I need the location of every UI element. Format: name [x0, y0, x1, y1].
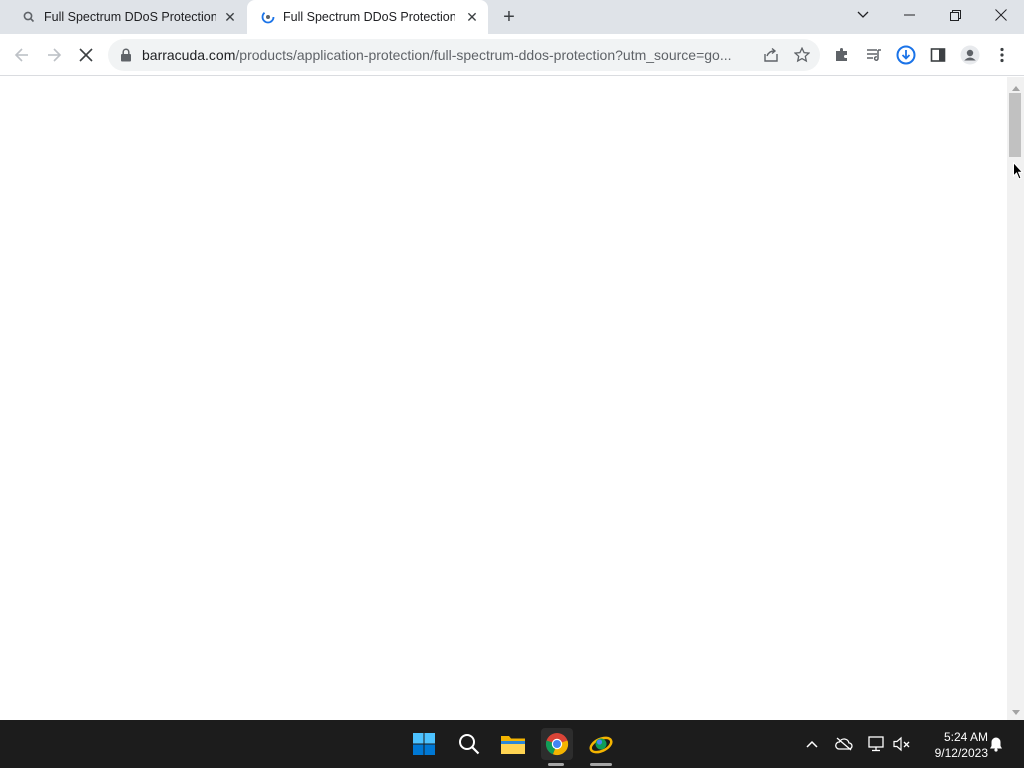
- chevron-up-icon[interactable]: [802, 734, 822, 754]
- windows-taskbar: [0, 720, 1024, 768]
- windows-start-icon[interactable]: [408, 728, 440, 760]
- folder-icon[interactable]: [497, 728, 529, 760]
- tab-2[interactable]: Full Spectrum DDoS Protection | ✕: [247, 0, 488, 34]
- media-queue-icon[interactable]: [861, 42, 887, 68]
- forward-arrow-icon[interactable]: [41, 42, 67, 68]
- close-icon[interactable]: ✕: [222, 9, 238, 25]
- minimize-icon[interactable]: [886, 0, 932, 30]
- clock-date: 9/12/2023: [934, 746, 988, 760]
- plus-icon[interactable]: +: [498, 6, 520, 28]
- network-icon[interactable]: [866, 734, 886, 754]
- scroll-down-arrow-icon[interactable]: [1007, 704, 1024, 720]
- running-app-indicator: [590, 763, 612, 766]
- cloud-off-icon[interactable]: [834, 734, 854, 754]
- chrome-icon[interactable]: [541, 728, 573, 760]
- side-panel-icon[interactable]: [925, 42, 951, 68]
- mouse-cursor-icon: [1013, 162, 1023, 180]
- app-icon[interactable]: [585, 728, 617, 760]
- address-bar[interactable]: barracuda.com/products/application-prote…: [108, 39, 820, 71]
- active-app-indicator: [548, 763, 564, 766]
- loading-spinner-icon: [261, 10, 275, 24]
- restore-icon[interactable]: [932, 0, 978, 30]
- profile-icon[interactable]: [957, 42, 983, 68]
- star-icon[interactable]: [789, 42, 815, 68]
- url-path: /products/application-protection/full-sp…: [235, 47, 732, 63]
- close-icon[interactable]: ✕: [464, 9, 480, 25]
- search-icon: [23, 11, 35, 23]
- volume-muted-icon[interactable]: [892, 734, 912, 754]
- tab-strip: Full Spectrum DDoS Protection | ✕ Full S…: [0, 0, 1024, 34]
- chevron-down-icon[interactable]: [840, 0, 886, 30]
- download-icon[interactable]: [893, 42, 919, 68]
- scrollbar-thumb[interactable]: [1009, 93, 1021, 157]
- address-url[interactable]: barracuda.com/products/application-prote…: [142, 47, 754, 63]
- page-viewport[interactable]: [0, 77, 1007, 720]
- tab-1[interactable]: Full Spectrum DDoS Protection | ✕: [8, 0, 246, 34]
- system-clock[interactable]: 5:24 AM 9/12/2023: [918, 729, 988, 761]
- clock-time: 5:24 AM: [943, 730, 988, 744]
- close-icon[interactable]: [978, 0, 1024, 30]
- browser-toolbar: barracuda.com/products/application-prote…: [0, 34, 1024, 76]
- kebab-menu-icon[interactable]: [989, 42, 1015, 68]
- tab-1-title: Full Spectrum DDoS Protection |: [44, 10, 216, 24]
- stop-icon[interactable]: [73, 42, 99, 68]
- puzzle-icon[interactable]: [829, 42, 855, 68]
- search-icon[interactable]: [453, 728, 485, 760]
- tab-2-title: Full Spectrum DDoS Protection |: [283, 10, 455, 24]
- share-icon[interactable]: [758, 42, 784, 68]
- bell-icon[interactable]: [986, 734, 1006, 754]
- url-host: barracuda.com: [142, 47, 236, 63]
- lock-icon[interactable]: [120, 48, 132, 62]
- back-arrow-icon[interactable]: [9, 42, 35, 68]
